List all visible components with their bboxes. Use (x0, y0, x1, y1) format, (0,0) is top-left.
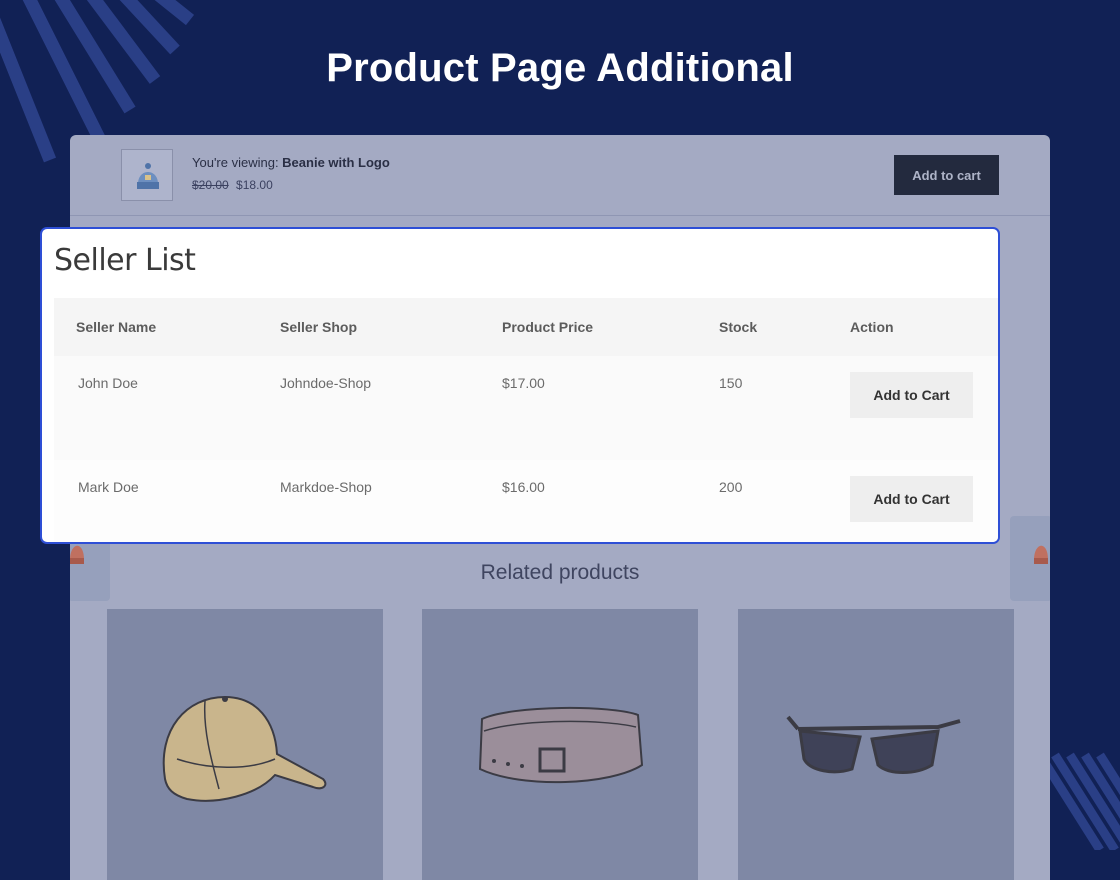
column-header-seller-name: Seller Name (54, 298, 280, 356)
seller-name-cell: Mark Doe (54, 460, 280, 542)
related-products-title: Related products (480, 561, 640, 584)
stock-cell: 200 (719, 460, 850, 542)
column-header-action: Action (850, 298, 998, 356)
product-price-cell: $17.00 (502, 356, 719, 460)
seller-name-cell: John Doe (54, 356, 280, 460)
cap-icon (162, 695, 327, 802)
action-cell: Add to Cart (850, 460, 998, 542)
sunglasses-icon (786, 715, 961, 774)
add-to-cart-button[interactable]: Add to Cart (850, 476, 973, 522)
price-group: $20.00 $18.00 (192, 178, 273, 192)
beanie-icon (137, 163, 159, 189)
product-price-cell: $16.00 (502, 460, 719, 542)
sticky-add-to-cart-bar: You're viewing: Beanie with Logo $20.00 … (70, 135, 1050, 216)
table-header-row: Seller Name Seller Shop Product Price St… (54, 298, 998, 356)
viewing-prefix: You're viewing: (192, 155, 283, 170)
viewing-text: You're viewing: Beanie with Logo (192, 155, 390, 170)
old-price: $20.00 (192, 178, 229, 192)
action-cell: Add to Cart (850, 356, 998, 460)
related-product-cap[interactable] (107, 609, 383, 880)
sticky-add-to-cart-button[interactable]: Add to cart (894, 155, 999, 195)
seller-list-title: Seller List (54, 243, 196, 278)
banner-title: Product Page Additional (326, 46, 794, 90)
seller-shop-cell[interactable]: Johndoe-Shop (280, 356, 502, 460)
seller-table: Seller Name Seller Shop Product Price St… (54, 298, 998, 542)
product-thumbnail[interactable] (121, 149, 173, 201)
add-to-cart-button[interactable]: Add to Cart (850, 372, 973, 418)
column-header-product-price: Product Price (502, 298, 719, 356)
seller-shop-cell[interactable]: Markdoe-Shop (280, 460, 502, 542)
belt-icon (478, 706, 644, 784)
related-edge-card-right (1010, 516, 1050, 601)
related-product-belt[interactable] (422, 609, 698, 880)
sale-price: $18.00 (236, 178, 273, 192)
product-name: Beanie with Logo (282, 155, 390, 170)
stock-cell: 150 (719, 356, 850, 460)
seller-list-panel: Seller List Seller Name Seller Shop Prod… (40, 227, 1000, 544)
column-header-seller-shop: Seller Shop (280, 298, 502, 356)
table-row: Mark Doe Markdoe-Shop $16.00 200 Add to … (54, 460, 998, 542)
column-header-stock: Stock (719, 298, 850, 356)
decorative-stripes-bottom-right (1040, 750, 1120, 850)
table-row: John Doe Johndoe-Shop $17.00 150 Add to … (54, 356, 998, 460)
related-product-sunglasses[interactable] (738, 609, 1014, 880)
